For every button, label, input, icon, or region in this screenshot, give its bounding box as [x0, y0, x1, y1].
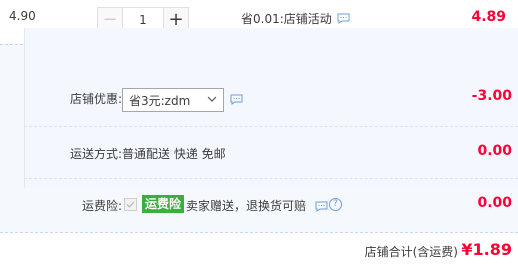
shipping-row: 运送方式: 普通配送 快递 免邮 0.00 — [24, 126, 518, 179]
shop-total-label: 店铺合计(含运费) — [364, 245, 458, 259]
coupon-select[interactable]: 省3元:zdm — [122, 88, 224, 112]
shipping-amount: 0.00 — [477, 143, 512, 159]
coupon-amount: -3.00 — [471, 88, 512, 104]
insurance-description: 卖家赠送，退换货可赔 — [186, 199, 307, 213]
promo-label: 省0.01:店铺活动 — [241, 12, 332, 26]
insurance-label: 运费险: — [81, 199, 122, 213]
insurance-row: 运费险: 运费险 卖家赠送，退换货可赔 ? 0.00 — [24, 178, 518, 231]
insurance-checkbox[interactable] — [124, 198, 137, 211]
message-icon[interactable] — [337, 13, 350, 24]
item-subtotal: 4.89 — [471, 9, 506, 25]
chevron-down-icon — [207, 93, 217, 103]
unit-price: 4.90 — [9, 9, 36, 23]
shipping-label: 运送方式: — [69, 147, 122, 161]
message-icon[interactable] — [230, 94, 243, 105]
help-icon[interactable]: ? — [329, 198, 342, 211]
coupon-row: 店铺优惠: 省3元:zdm -3.00 — [24, 72, 518, 124]
insurance-tag: 运费险 — [142, 195, 185, 213]
shipping-options: 普通配送 快递 免邮 — [122, 147, 226, 161]
insurance-amount: 0.00 — [477, 195, 512, 211]
coupon-label: 店铺优惠: — [69, 92, 122, 106]
shop-total-value: ¥1.89 — [461, 240, 512, 259]
coupon-selected-value: 省3元:zdm — [129, 93, 191, 108]
message-icon[interactable] — [315, 201, 328, 212]
shop-total-bar: 店铺合计(含运费) ¥1.89 — [0, 232, 518, 269]
